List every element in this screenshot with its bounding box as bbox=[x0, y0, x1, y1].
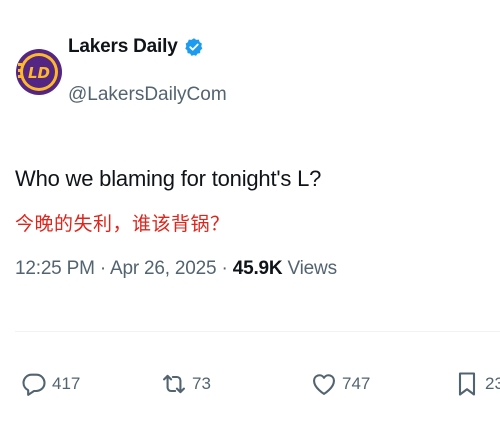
lakers-daily-logo-icon: LD bbox=[16, 49, 62, 95]
avatar[interactable]: LD bbox=[15, 34, 63, 110]
bookmark-icon bbox=[458, 372, 476, 396]
meta-separator: · bbox=[221, 258, 228, 279]
reply-count: 417 bbox=[52, 374, 81, 393]
repost-count: 73 bbox=[192, 374, 211, 393]
author-display-name[interactable]: Lakers Daily bbox=[68, 36, 178, 58]
svg-text:LD: LD bbox=[28, 64, 50, 82]
meta-separator: · bbox=[99, 258, 106, 279]
tweet-time[interactable]: 12:25 PM bbox=[15, 258, 95, 279]
tweet-meta: 12:25 PM · Apr 26, 2025 · 45.9K Views bbox=[15, 258, 337, 280]
bookmark-count: 23 bbox=[485, 374, 500, 393]
like-count: 747 bbox=[342, 374, 371, 393]
tweet-translation: 今晚的失利，谁该背锅？ bbox=[15, 214, 230, 235]
tweet-date[interactable]: Apr 26, 2025 bbox=[110, 258, 217, 279]
repost-icon bbox=[163, 374, 185, 394]
author-handle[interactable]: @LakersDailyCom bbox=[68, 84, 227, 106]
reply-icon bbox=[22, 373, 46, 396]
reply-button[interactable]: 417 bbox=[20, 366, 80, 402]
author-name-row: Lakers Daily bbox=[68, 36, 204, 58]
bookmark-button[interactable]: 23 bbox=[453, 366, 500, 402]
divider bbox=[15, 331, 500, 332]
views-label: Views bbox=[287, 258, 338, 279]
repost-button[interactable]: 73 bbox=[160, 366, 211, 402]
verified-badge-icon[interactable] bbox=[184, 37, 204, 57]
tweet-text: Who we blaming for tonight's L? bbox=[15, 166, 322, 191]
views-count: 45.9K bbox=[232, 258, 283, 279]
heart-icon bbox=[313, 374, 335, 395]
like-button[interactable]: 747 bbox=[310, 366, 370, 402]
